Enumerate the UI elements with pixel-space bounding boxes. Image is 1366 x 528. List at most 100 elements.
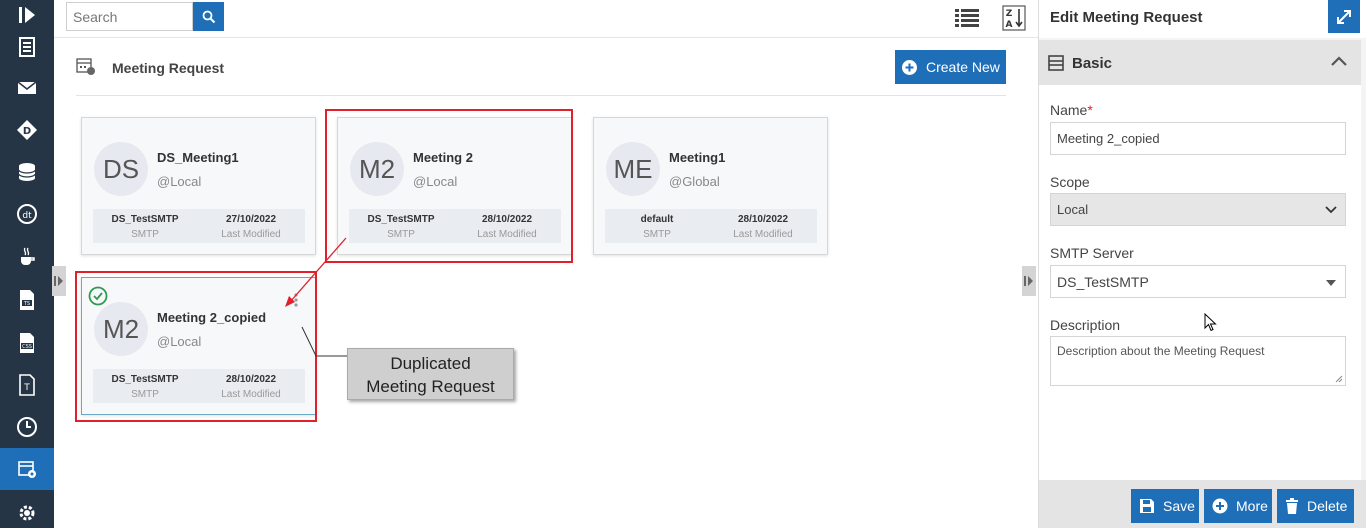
gear-icon	[19, 505, 35, 521]
divider	[76, 95, 1006, 96]
app-root: D dt TS CSS T Search Z A Meeting Request…	[0, 0, 1366, 528]
nav-item-schedule[interactable]	[0, 406, 54, 448]
left-panel-toggle[interactable]	[52, 266, 66, 296]
name-label: Name*	[1050, 102, 1093, 118]
nav-item-meeting-request[interactable]	[0, 448, 54, 490]
name-label-text: Name	[1050, 102, 1088, 118]
caret-down-icon	[1326, 280, 1336, 286]
nav-item-dt[interactable]: dt	[0, 193, 54, 235]
save-button[interactable]: Save	[1131, 489, 1199, 523]
mouse-cursor-icon	[1204, 313, 1217, 332]
play-collapse-icon	[19, 7, 35, 23]
callout-leader-line	[301, 326, 348, 357]
card-server: default	[640, 214, 674, 225]
svg-text:TS: TS	[23, 301, 30, 307]
svg-text:A: A	[1006, 20, 1013, 30]
edit-panel-footer: Save More Delete	[1039, 480, 1366, 528]
form-section-icon	[1048, 55, 1064, 71]
name-field-value: Meeting 2_copied	[1057, 131, 1160, 146]
card-date: 27/10/2022	[225, 214, 277, 225]
basic-section-header[interactable]: Basic	[1039, 40, 1361, 85]
nav-item-settings[interactable]	[0, 492, 54, 528]
meeting-request-icon	[76, 58, 95, 75]
collapse-right-icon	[1024, 276, 1033, 286]
save-label: Save	[1163, 498, 1195, 514]
svg-text:CSS: CSS	[22, 344, 32, 350]
nav-item-database[interactable]	[0, 151, 54, 193]
card-server-label: SMTP	[131, 229, 159, 240]
nav-rail: D dt TS CSS T	[0, 0, 54, 528]
nav-item-deploy[interactable]: D	[0, 109, 54, 151]
save-icon	[1140, 499, 1154, 513]
more-label: More	[1236, 498, 1268, 514]
card-date-label: Last Modified	[733, 229, 793, 240]
nav-item-list[interactable]	[0, 26, 54, 68]
top-bar: Z A	[54, 0, 1038, 38]
clock-icon	[17, 417, 37, 437]
smtp-server-value: DS_TestSMTP	[1057, 273, 1149, 290]
trash-icon	[1286, 498, 1298, 514]
right-panel-toggle[interactable]	[1022, 266, 1036, 296]
basic-section-label: Basic	[1072, 55, 1113, 72]
nav-item-java[interactable]	[0, 235, 54, 277]
svg-text:dt: dt	[22, 211, 32, 221]
plus-circle-icon	[902, 60, 917, 75]
callout-line-1: Duplicated	[390, 354, 471, 373]
plus-circle-icon	[1212, 498, 1228, 514]
search-button[interactable]	[193, 2, 224, 31]
delete-button[interactable]: Delete	[1277, 489, 1354, 523]
description-textarea[interactable]: Description about the Meeting Request	[1050, 336, 1346, 386]
expand-arrows-icon	[1337, 9, 1351, 24]
java-cup-icon	[21, 247, 35, 265]
highlight-original-box	[325, 109, 573, 263]
ts-file-icon: TS	[20, 290, 34, 310]
annotation-arrow	[285, 237, 347, 307]
svg-text:D: D	[23, 126, 31, 137]
expand-right-icon	[54, 276, 63, 286]
required-marker: *	[1087, 102, 1093, 118]
search-input[interactable]	[66, 2, 193, 31]
avatar: DS	[94, 142, 148, 196]
list-view-icon[interactable]	[954, 6, 980, 30]
description-label: Description	[1050, 317, 1121, 333]
card-name: Meeting1	[669, 150, 726, 165]
edit-panel-title: Edit Meeting Request	[1050, 9, 1203, 26]
expand-panel-button[interactable]	[1328, 0, 1360, 33]
scope-label: Scope	[1050, 174, 1090, 190]
card-date: 28/10/2022	[737, 214, 789, 225]
scope-select[interactable]: Local	[1050, 193, 1346, 226]
mail-icon	[17, 81, 37, 94]
smtp-server-select[interactable]: DS_TestSMTP	[1050, 265, 1346, 298]
card-server: DS_TestSMTP	[111, 214, 179, 225]
diamond-d-icon: D	[17, 120, 37, 140]
nav-item-mail[interactable]	[0, 67, 54, 109]
card-footer: default SMTP 28/10/2022 Last Modified	[605, 209, 817, 243]
text-file-icon: T	[19, 374, 35, 396]
nav-item-css-file[interactable]: CSS	[0, 322, 54, 364]
meeting-card[interactable]: ME Meeting1 @Global default SMTP 28/10/2…	[593, 117, 828, 255]
css-file-icon: CSS	[20, 333, 34, 353]
chevron-up-icon[interactable]	[1330, 55, 1348, 67]
delete-label: Delete	[1307, 498, 1348, 514]
annotation-callout: Duplicated Meeting Request	[347, 348, 514, 400]
page-title: Meeting Request	[112, 60, 225, 76]
card-scope: @Global	[669, 174, 720, 189]
smtp-server-label: SMTP Server	[1050, 245, 1134, 261]
database-icon	[18, 163, 36, 181]
create-new-button[interactable]: Create New	[895, 50, 1006, 84]
document-list-icon	[19, 37, 35, 57]
sort-za-icon[interactable]: Z A	[1002, 5, 1026, 31]
calendar-gear-icon	[18, 461, 36, 478]
card-scope: @Local	[157, 174, 202, 189]
callout-line-2: Meeting Request	[366, 377, 495, 396]
dt-circle-icon: dt	[17, 204, 37, 224]
more-button[interactable]: More	[1204, 489, 1272, 523]
resize-grip-icon[interactable]	[1335, 375, 1343, 383]
nav-item-text-file[interactable]: T	[0, 364, 54, 406]
scope-select-value: Local	[1057, 202, 1089, 217]
nav-item-ts-file[interactable]: TS	[0, 279, 54, 321]
chevron-down-icon	[1325, 206, 1337, 214]
svg-text:Z: Z	[1006, 9, 1013, 19]
name-field[interactable]: Meeting 2_copied	[1050, 122, 1346, 155]
create-new-label: Create New	[926, 59, 1000, 75]
